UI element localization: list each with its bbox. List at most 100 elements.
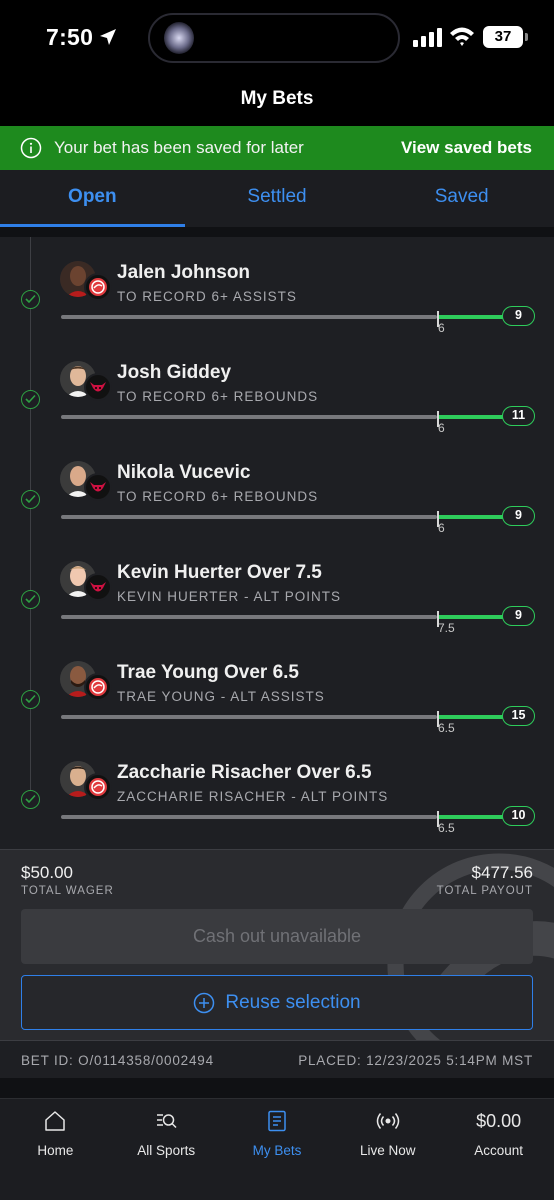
leg-subtitle: TRAE YOUNG - ALT ASSISTS (117, 689, 325, 704)
section-gap (0, 1078, 554, 1098)
plus-circle-icon (194, 992, 215, 1013)
account-balance: $0.00 (476, 1111, 522, 1131)
progress-track (61, 615, 437, 619)
leg-won-check-icon (21, 790, 40, 809)
player-avatar-group (60, 761, 112, 801)
total-payout-amount: $477.56 (471, 863, 533, 882)
bets-tabs: Open Settled Saved (0, 170, 554, 227)
bulls-logo-icon (84, 473, 112, 501)
hawks-logo-icon (84, 773, 112, 801)
leg-title: Josh Giddey (117, 362, 232, 383)
progress-fill (439, 415, 507, 419)
tab-settled[interactable]: Settled (185, 170, 370, 227)
status-bar: 7:50 37 (0, 0, 554, 76)
status-time: 7:50 (46, 24, 94, 50)
bulls-logo-icon (84, 373, 112, 401)
leg-won-check-icon (21, 590, 40, 609)
progress-track (61, 315, 437, 319)
section-gap (0, 227, 554, 237)
leg-title: Nikola Vucevic (117, 462, 251, 483)
progress-fill (439, 515, 507, 519)
bet-leg[interactable]: Nikola Vucevic TO RECORD 6+ REBOUNDS 6 9 (0, 437, 554, 537)
page-header: My Bets (0, 76, 554, 126)
leg-subtitle: TO RECORD 6+ ASSISTS (117, 289, 297, 304)
bet-meta-row: BET ID: O/0114358/0002494 PLACED: 12/23/… (0, 1040, 554, 1078)
target-value: 6 (438, 521, 445, 535)
progress-track (61, 815, 437, 819)
info-icon (20, 137, 42, 159)
progress-fill (439, 815, 507, 819)
progress-fill (439, 615, 507, 619)
bet-legs-list: Jalen Johnson TO RECORD 6+ ASSISTS 6 9 J… (0, 237, 554, 849)
cellular-signal-icon (413, 28, 442, 47)
wifi-icon (450, 27, 474, 46)
nav-all-sports[interactable]: All Sports (111, 1099, 222, 1200)
player-avatar-group (60, 361, 112, 401)
bet-leg[interactable]: Trae Young Over 6.5 TRAE YOUNG - ALT ASS… (0, 637, 554, 737)
leg-title: Zaccharie Risacher Over 6.5 (117, 762, 372, 783)
leg-title: Kevin Huerter Over 7.5 (117, 562, 322, 583)
leg-won-check-icon (21, 690, 40, 709)
bulls-logo-icon (84, 573, 112, 601)
nav-label: Home (37, 1143, 74, 1158)
banner-message: Your bet has been saved for later (54, 138, 304, 157)
nav-label: All Sports (137, 1143, 196, 1158)
bet-leg[interactable]: Jalen Johnson TO RECORD 6+ ASSISTS 6 9 (0, 237, 554, 337)
total-wager-amount: $50.00 (21, 863, 73, 882)
nav-label: My Bets (252, 1143, 302, 1158)
bet-leg[interactable]: Josh Giddey TO RECORD 6+ REBOUNDS 6 11 (0, 337, 554, 437)
flashlight-indicator-icon (164, 22, 194, 54)
progress-fill (439, 715, 507, 719)
cash-out-button[interactable]: Cash out unavailable (21, 909, 533, 964)
current-stat-badge: 15 (502, 706, 535, 726)
player-avatar-group (60, 561, 112, 601)
leg-won-check-icon (21, 390, 40, 409)
target-value: 7.5 (438, 621, 455, 635)
hawks-logo-icon (84, 273, 112, 301)
nav-my-bets[interactable]: My Bets (222, 1099, 333, 1200)
nav-home[interactable]: Home (0, 1099, 111, 1200)
bet-leg[interactable]: Zaccharie Risacher Over 6.5 ZACCHARIE RI… (0, 737, 554, 837)
current-stat-badge: 9 (502, 306, 535, 326)
dynamic-island (148, 13, 400, 63)
view-saved-bets-link[interactable]: View saved bets (401, 138, 532, 158)
target-value: 6 (438, 321, 445, 335)
bet-id: BET ID: O/0114358/0002494 (21, 1053, 214, 1068)
leg-subtitle: ZACCHARIE RISACHER - ALT POINTS (117, 789, 389, 804)
cash-out-label: Cash out unavailable (192, 926, 362, 946)
current-stat-badge: 9 (502, 506, 535, 526)
tab-saved[interactable]: Saved (369, 170, 554, 227)
tab-open[interactable]: Open (0, 170, 185, 227)
progress-track (61, 415, 437, 419)
current-stat-badge: 11 (502, 406, 535, 426)
leg-title: Jalen Johnson (117, 262, 251, 283)
nav-label: Live Now (360, 1143, 416, 1158)
reuse-selection-button[interactable]: Reuse selection (21, 975, 533, 1030)
leg-subtitle: TO RECORD 6+ REBOUNDS (117, 389, 319, 404)
target-value: 6 (438, 421, 445, 435)
nav-live-now[interactable]: Live Now (332, 1099, 443, 1200)
placed-timestamp: PLACED: 12/23/2025 5:14PM MST (298, 1053, 533, 1068)
progress-track (61, 715, 437, 719)
bet-leg[interactable]: Kevin Huerter Over 7.5 KEVIN HUERTER - A… (0, 537, 554, 637)
live-now-icon (376, 1113, 400, 1129)
progress-fill (439, 315, 507, 319)
leg-subtitle: KEVIN HUERTER - ALT POINTS (117, 589, 342, 604)
nav-label: Account (474, 1143, 523, 1158)
total-wager-label: TOTAL WAGER (21, 885, 114, 897)
all-sports-icon (157, 1114, 177, 1129)
my-bets-icon (268, 1110, 286, 1132)
leg-won-check-icon (21, 490, 40, 509)
current-stat-badge: 10 (502, 806, 535, 826)
reuse-selection-label: Reuse selection (225, 991, 361, 1013)
target-value: 6.5 (438, 721, 455, 735)
battery-icon: 37 (483, 26, 528, 48)
saved-bet-banner: Your bet has been saved for later View s… (0, 126, 554, 170)
nav-account[interactable]: $0.00 Account (443, 1099, 554, 1200)
hawks-logo-icon (84, 673, 112, 701)
leg-title: Trae Young Over 6.5 (117, 662, 299, 683)
total-payout-label: TOTAL PAYOUT (436, 885, 533, 897)
leg-subtitle: TO RECORD 6+ REBOUNDS (117, 489, 319, 504)
player-avatar-group (60, 461, 112, 501)
battery-level: 37 (494, 28, 512, 45)
